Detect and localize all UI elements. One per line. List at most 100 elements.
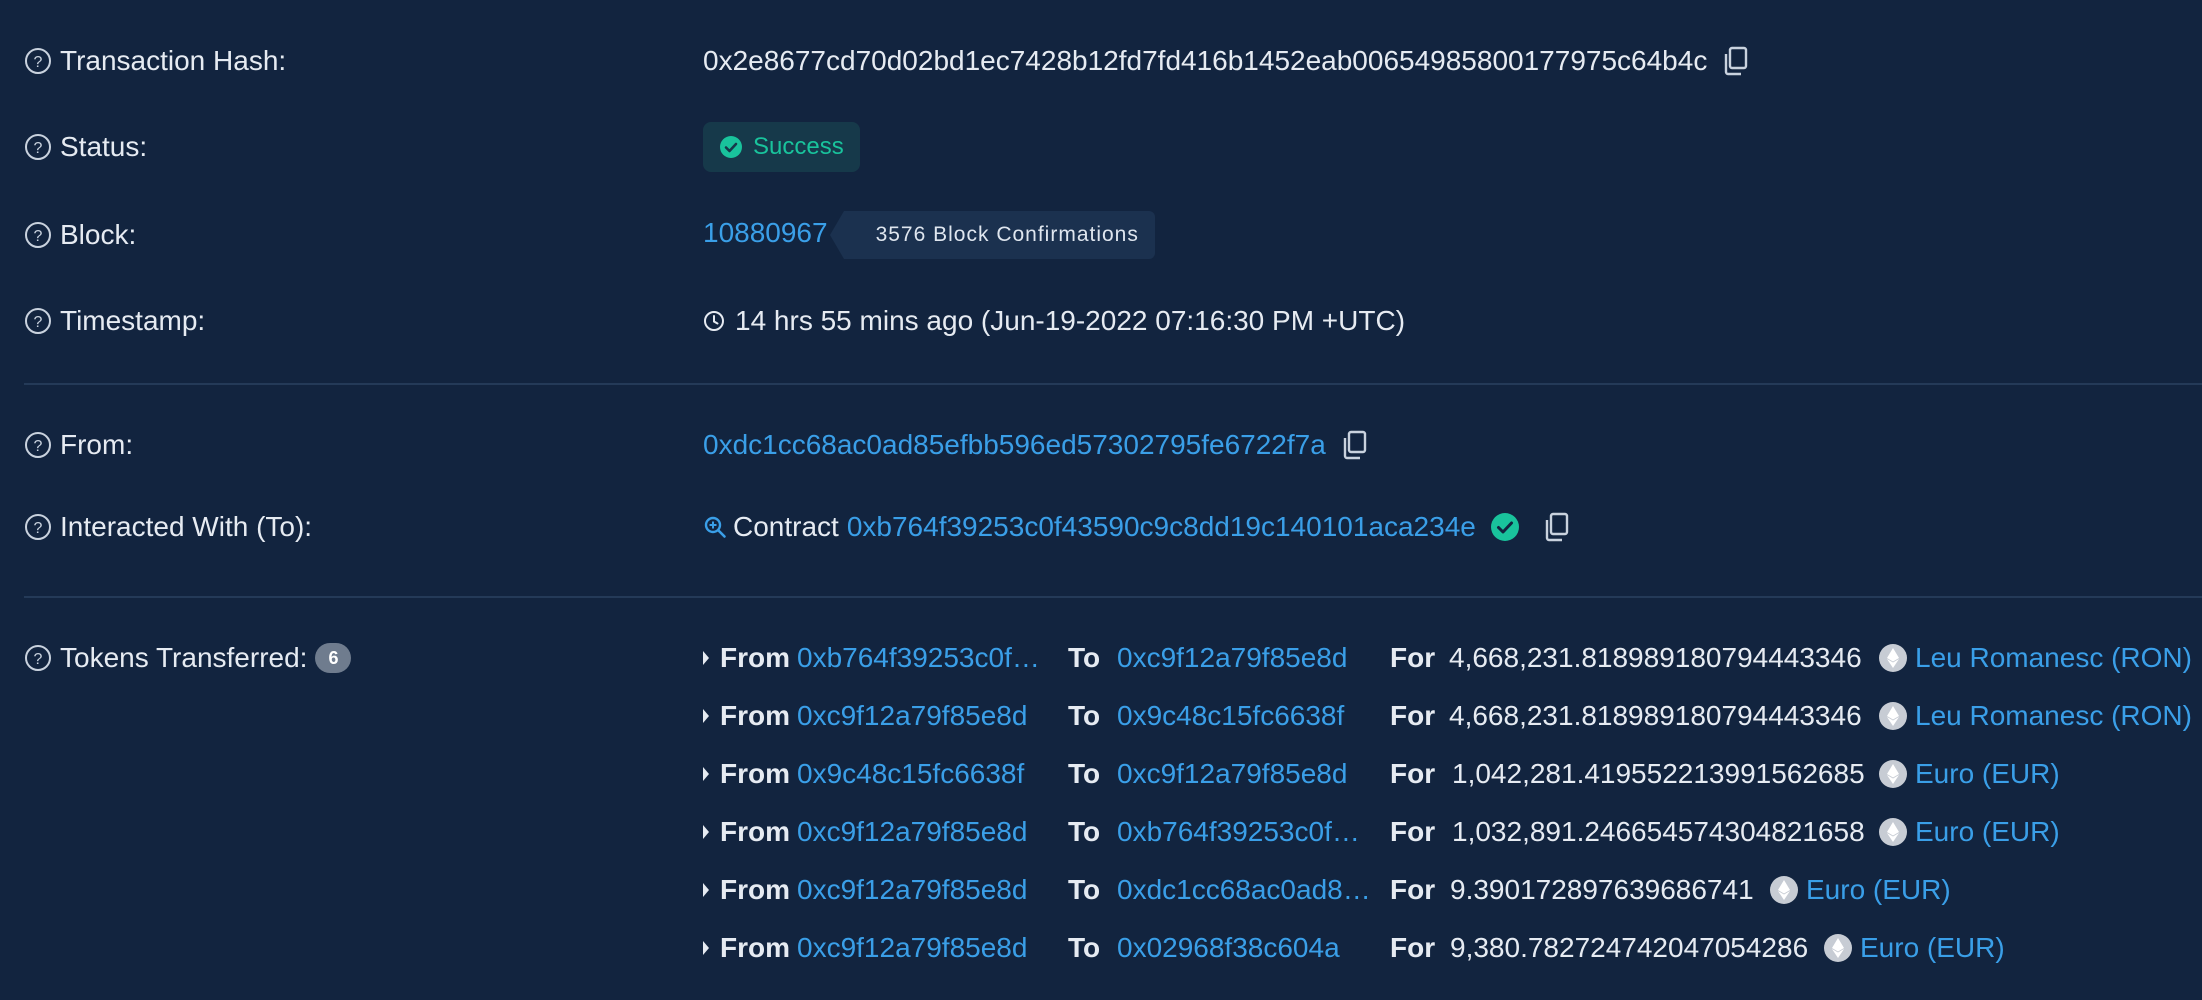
token-logo-icon bbox=[1879, 702, 1907, 730]
transfer-row: From 0x9c48c15fc6638f To 0xc9f12a79f85e8… bbox=[700, 745, 2200, 803]
to-keyword: To bbox=[1068, 700, 1101, 731]
contract-address-link[interactable]: 0xb764f39253c0f43590c9c8dd19c140101aca23… bbox=[847, 511, 1476, 543]
from-row: ? From: 0xdc1cc68ac0ad85efbb596ed5730279… bbox=[0, 415, 2202, 475]
copy-icon[interactable] bbox=[1340, 429, 1370, 461]
for-keyword: For bbox=[1390, 642, 1436, 673]
transfer-token-link[interactable]: Euro (EUR) bbox=[1915, 803, 2060, 861]
copy-icon[interactable] bbox=[1721, 45, 1751, 77]
transfer-row: From 0xb764f39253c0f43590c9c8dd19c140101… bbox=[700, 629, 2200, 687]
transfer-token-link[interactable]: Leu Romanesc (RON) bbox=[1915, 687, 2192, 745]
transfer-from-link[interactable]: 0xb764f39253c0f43590c9c8dd19c140101aca23… bbox=[797, 629, 1055, 687]
transfer-amount: 4,668,231.818989180794443346 bbox=[1449, 642, 1862, 673]
tokens-transferred-label-wrap: ? Tokens Transferred: 6 bbox=[24, 628, 352, 688]
transfer-amount: 4,668,231.818989180794443346 bbox=[1449, 700, 1862, 731]
from-keyword: From bbox=[720, 758, 790, 789]
status-text: Success bbox=[753, 133, 844, 160]
timestamp-value: 14 hrs 55 mins ago (Jun-19-2022 07:16:30… bbox=[735, 305, 1406, 336]
token-logo-icon bbox=[1879, 818, 1907, 846]
timestamp-label-wrap: ? Timestamp: bbox=[24, 291, 205, 351]
tx-hash-label-wrap: ? Transaction Hash: bbox=[24, 31, 286, 91]
transfer-amount: 9,380.782724742047054286 bbox=[1450, 932, 1809, 963]
block-row: ? Block: 10880967 3576 Block Confirmatio… bbox=[0, 205, 2202, 265]
transfer-from-link[interactable]: 0x9c48c15fc6638f bbox=[797, 745, 1055, 803]
transfer-from-link[interactable]: 0xc9f12a79f85e8d bbox=[797, 803, 1055, 861]
tx-hash-value: 0x2e8677cd70d02bd1ec7428b12fd7fd416b1452… bbox=[703, 45, 1708, 76]
tx-hash-value-wrap: 0x2e8677cd70d02bd1ec7428b12fd7fd416b1452… bbox=[703, 31, 1751, 91]
from-label-wrap: ? From: bbox=[24, 415, 133, 475]
transfer-token-link[interactable]: Leu Romanesc (RON) bbox=[1915, 629, 2192, 687]
transfer-amount: 1,042,281.419552213991562685 bbox=[1452, 758, 1865, 789]
section-divider bbox=[24, 596, 2202, 598]
caret-right-icon[interactable] bbox=[700, 687, 712, 745]
caret-right-icon[interactable] bbox=[700, 803, 712, 861]
svg-text:?: ? bbox=[34, 314, 43, 331]
for-keyword: For bbox=[1390, 874, 1436, 905]
token-logo-icon bbox=[1824, 934, 1852, 962]
interacted-with-row: ? Interacted With (To): Contract 0xb764f… bbox=[0, 497, 2202, 557]
question-circle-icon[interactable]: ? bbox=[24, 307, 52, 335]
from-address-link[interactable]: 0xdc1cc68ac0ad85efbb596ed57302795fe6722f… bbox=[703, 429, 1326, 461]
transfer-row: From 0xc9f12a79f85e8d To 0x9c48c15fc6638… bbox=[700, 687, 2200, 745]
for-keyword: For bbox=[1390, 758, 1436, 789]
interacted-with-label-wrap: ? Interacted With (To): bbox=[24, 497, 312, 557]
clock-icon bbox=[704, 311, 724, 331]
transfer-token-link[interactable]: Euro (EUR) bbox=[1915, 745, 2060, 803]
to-keyword: To bbox=[1068, 874, 1101, 905]
check-circle-icon bbox=[720, 136, 742, 158]
svg-text:?: ? bbox=[34, 651, 43, 668]
transfer-amount: 1,032,891.246654574304821658 bbox=[1452, 816, 1865, 847]
from-value-wrap: 0xdc1cc68ac0ad85efbb596ed57302795fe6722f… bbox=[703, 415, 1370, 475]
transfer-from-link[interactable]: 0xc9f12a79f85e8d bbox=[797, 919, 1055, 977]
transfer-from-link[interactable]: 0xc9f12a79f85e8d bbox=[797, 687, 1055, 745]
block-number-link[interactable]: 10880967 bbox=[703, 217, 828, 249]
transfer-to-link[interactable]: 0x9c48c15fc6638f bbox=[1117, 687, 1375, 745]
transfer-to-link[interactable]: 0xc9f12a79f85e8d bbox=[1117, 745, 1375, 803]
svg-text:?: ? bbox=[34, 140, 43, 157]
timestamp-label: Timestamp: bbox=[60, 305, 206, 336]
for-keyword: For bbox=[1390, 932, 1436, 963]
transfer-from-link[interactable]: 0xc9f12a79f85e8d bbox=[797, 861, 1055, 919]
question-circle-icon[interactable]: ? bbox=[24, 644, 52, 672]
question-circle-icon[interactable]: ? bbox=[24, 431, 52, 459]
transfer-to-link[interactable]: 0xdc1cc68ac0ad85efbb596ed57302795fe6722f… bbox=[1117, 861, 1375, 919]
transfer-token-link[interactable]: Euro (EUR) bbox=[1860, 919, 2005, 977]
from-label: From: bbox=[60, 429, 134, 460]
transfer-token-link[interactable]: Euro (EUR) bbox=[1806, 861, 1951, 919]
question-circle-icon[interactable]: ? bbox=[24, 47, 52, 75]
transfer-to-link[interactable]: 0xb764f39253c0f43590c9c8dd19c140101aca23… bbox=[1117, 803, 1375, 861]
block-label-wrap: ? Block: bbox=[24, 205, 136, 265]
verified-check-icon bbox=[1490, 513, 1519, 541]
question-circle-icon[interactable]: ? bbox=[24, 513, 52, 541]
to-keyword: To bbox=[1068, 642, 1101, 673]
transfer-to-link[interactable]: 0x02968f38c604a bbox=[1117, 919, 1375, 977]
caret-right-icon[interactable] bbox=[700, 629, 712, 687]
copy-icon[interactable] bbox=[1542, 511, 1572, 543]
status-label-wrap: ? Status: bbox=[24, 117, 147, 177]
zoom-in-icon[interactable] bbox=[703, 515, 727, 539]
svg-text:?: ? bbox=[34, 228, 43, 245]
interacted-with-label: Interacted With (To): bbox=[60, 511, 313, 542]
status-label: Status: bbox=[60, 131, 148, 162]
caret-right-icon[interactable] bbox=[700, 919, 712, 977]
timestamp-row: ? Timestamp: 14 hrs 55 mins ago (Jun-19-… bbox=[0, 291, 2202, 351]
from-keyword: From bbox=[720, 642, 790, 673]
for-keyword: For bbox=[1390, 700, 1436, 731]
timestamp-value-wrap: 14 hrs 55 mins ago (Jun-19-2022 07:16:30… bbox=[703, 291, 1405, 351]
transfer-to-link[interactable]: 0xc9f12a79f85e8d bbox=[1117, 629, 1375, 687]
contract-prefix: Contract bbox=[733, 511, 839, 542]
for-keyword: For bbox=[1390, 816, 1436, 847]
caret-right-icon[interactable] bbox=[700, 861, 712, 919]
svg-text:?: ? bbox=[34, 520, 43, 537]
caret-right-icon[interactable] bbox=[700, 745, 712, 803]
question-circle-icon[interactable]: ? bbox=[24, 221, 52, 249]
to-keyword: To bbox=[1068, 816, 1101, 847]
question-circle-icon[interactable]: ? bbox=[24, 133, 52, 161]
from-keyword: From bbox=[720, 700, 790, 731]
from-keyword: From bbox=[720, 932, 790, 963]
tx-hash-row: ? Transaction Hash: 0x2e8677cd70d02bd1ec… bbox=[0, 31, 2202, 91]
transfer-row: From 0xc9f12a79f85e8d To 0xdc1cc68ac0ad8… bbox=[700, 861, 2200, 919]
svg-text:?: ? bbox=[34, 54, 43, 71]
status-row: ? Status: Success bbox=[0, 117, 2202, 177]
to-keyword: To bbox=[1068, 758, 1101, 789]
tokens-transferred-label: Tokens Transferred: bbox=[60, 642, 308, 673]
